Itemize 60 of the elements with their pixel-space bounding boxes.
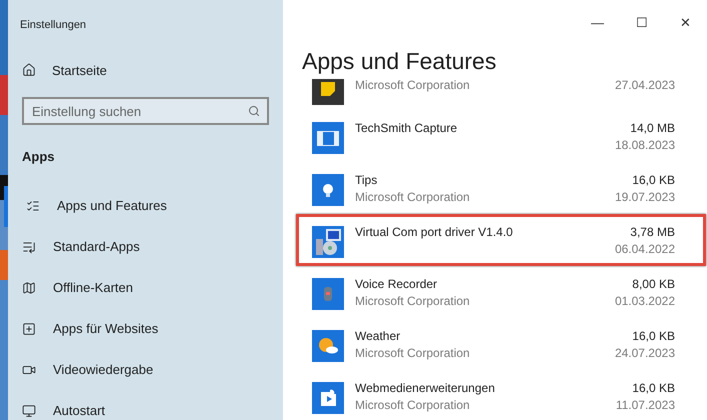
app-icon xyxy=(312,226,344,258)
app-icon xyxy=(312,78,344,104)
app-row[interactable]: Webmedienerweiterungen Microsoft Corporation 16,0 KB 11.07.2023 xyxy=(296,370,706,420)
page-title: Apps und Features xyxy=(302,46,496,76)
app-row[interactable]: Voice Recorder Microsoft Corporation 8,00 KB 01.03.2022 xyxy=(296,266,706,318)
app-size: 14,0 MB xyxy=(630,120,675,136)
home-link[interactable]: Startseite xyxy=(22,60,107,80)
app-date: 24.07.2023 xyxy=(614,344,675,362)
app-publisher: Microsoft Corporation xyxy=(355,396,471,414)
app-icon xyxy=(312,122,344,154)
app-row[interactable]: TechSmith Capture 14,0 MB 18.08.2023 xyxy=(296,110,706,162)
search-icon[interactable] xyxy=(248,105,260,117)
nav-icon xyxy=(22,240,36,254)
window-control[interactable]: ✕ xyxy=(680,13,691,32)
app-date: 18.08.2023 xyxy=(614,136,675,154)
app-date: 01.03.2022 xyxy=(614,292,675,310)
app-icon xyxy=(312,174,344,206)
nav-icon xyxy=(22,404,36,418)
nav-icon xyxy=(22,281,36,295)
app-publisher: Microsoft Corporation xyxy=(355,188,471,206)
highlighted-app-row[interactable]: Virtual Com port driver V1.4.0 3,78 MB 06.04.2022 xyxy=(296,214,706,266)
nav-item[interactable]: Apps für Websites xyxy=(8,308,283,350)
app-size: 3,78 MB xyxy=(630,224,675,240)
app-row[interactable]: Weather Microsoft Corporation 16,0 KB 24.07.2023 xyxy=(296,318,706,370)
app-name: Tips xyxy=(355,172,378,188)
nav-item[interactable]: Offline-Karten xyxy=(8,268,283,308)
app-row[interactable]: Tips Microsoft Corporation 16,0 KB 19.07.2023 xyxy=(296,162,706,214)
app-publisher: Microsoft Corporation xyxy=(355,344,471,362)
app-size: 8,00 KB xyxy=(632,276,675,292)
nav-item[interactable]: Standard-Apps xyxy=(8,226,283,268)
nav-icon xyxy=(22,322,36,336)
nav-item[interactable]: Videowiedergabe xyxy=(8,350,283,390)
window-title: Einstellungen xyxy=(20,18,86,33)
app-icon xyxy=(312,382,344,414)
app-date: 19.07.2023 xyxy=(614,188,675,206)
nav-item[interactable]: Autostart xyxy=(8,390,283,420)
app-icon xyxy=(312,330,344,362)
window-control[interactable]: ☐ xyxy=(636,13,648,32)
app-publisher: Microsoft Corporation xyxy=(355,76,471,94)
app-size: 16,0 KB xyxy=(632,172,675,188)
nav-icon xyxy=(26,199,40,213)
app-date: 27.04.2023 xyxy=(614,76,675,94)
app-name: Virtual Com port driver V1.4.0 xyxy=(355,224,514,240)
app-date: 11.07.2023 xyxy=(616,396,675,414)
app-row[interactable]: Microsoft Corporation 27.04.2023 xyxy=(296,76,706,110)
app-name: TechSmith Capture xyxy=(355,120,458,136)
app-name: Webmedienerweiterungen xyxy=(355,380,496,396)
nav-icon xyxy=(22,363,36,377)
app-size: 16,0 KB xyxy=(632,380,675,396)
app-publisher: Microsoft Corporation xyxy=(355,292,471,310)
app-date: 06.04.2022 xyxy=(614,240,675,258)
search-field[interactable]: Einstellung suchen xyxy=(22,97,269,125)
app-icon xyxy=(312,278,344,310)
section-heading: Apps xyxy=(22,148,54,166)
app-name: Weather xyxy=(355,328,402,344)
home-icon xyxy=(22,63,36,78)
app-name: Voice Recorder xyxy=(355,276,438,292)
app-size: 16,0 KB xyxy=(632,328,675,344)
window-control[interactable]: — xyxy=(591,13,604,32)
nav-item[interactable]: Apps und Features xyxy=(4,186,283,226)
